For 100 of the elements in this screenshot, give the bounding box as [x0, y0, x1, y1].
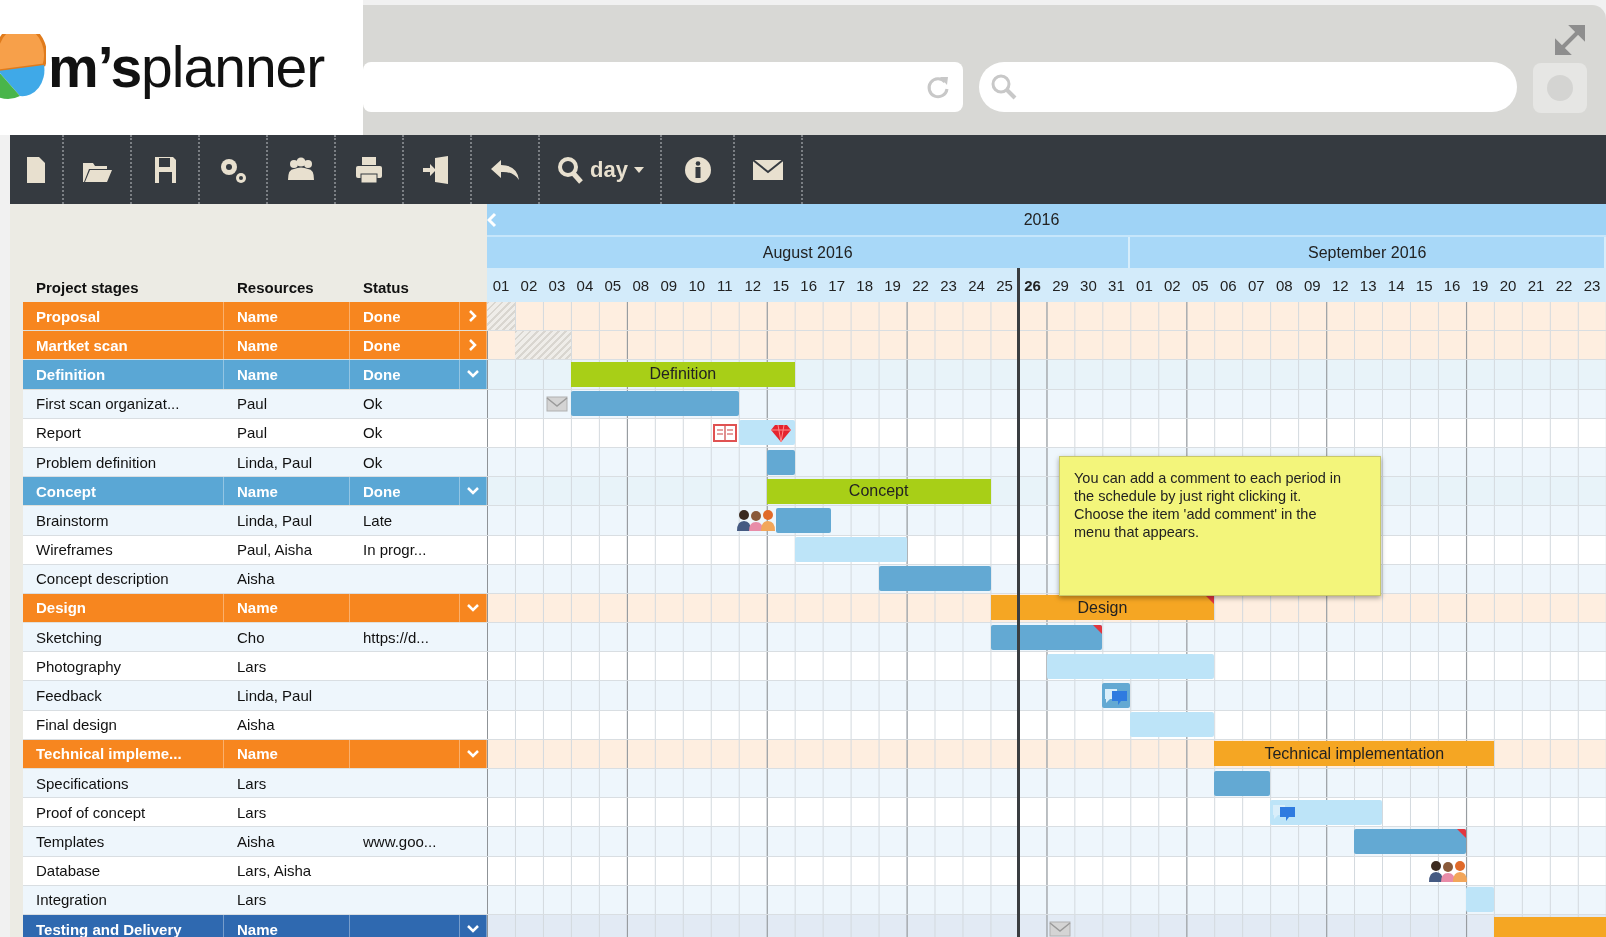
status-text: Ok	[362, 423, 384, 444]
stage-name: Photography	[35, 656, 123, 677]
day-label: 09	[659, 275, 679, 296]
task-row[interactable]: Photography Lars	[23, 652, 487, 682]
task-row[interactable]: Feedback Linda, Paul	[23, 681, 487, 711]
day-label: 05	[1191, 275, 1210, 296]
resource-name: Linda, Paul	[236, 686, 314, 707]
status-text: In progr...	[362, 540, 428, 561]
book-icon[interactable]	[712, 422, 737, 443]
stage-name: Brainstorm	[35, 510, 110, 531]
day-label: 24	[967, 275, 986, 296]
resource-name: Name	[224, 331, 350, 360]
caret-icon	[633, 165, 644, 174]
day-label: 17	[827, 275, 846, 296]
search-field[interactable]	[979, 62, 1517, 112]
stage-name: Feedback	[35, 686, 103, 707]
day-label: 20	[1498, 275, 1518, 296]
stage-name: Wireframes	[35, 540, 114, 561]
logo-text: m’splanner	[48, 34, 325, 100]
stage-row[interactable]: Testing and Delivery Name	[23, 914, 487, 937]
resource-name: Linda, Paul	[236, 510, 314, 531]
task-row[interactable]: Database Lars, Aisha	[23, 856, 487, 886]
stage-name: Concept description	[35, 569, 170, 590]
task-row[interactable]: Final design Aisha	[23, 710, 487, 740]
stage-bar[interactable]: Design	[990, 595, 1215, 621]
task-row[interactable]: Concept description Aisha	[23, 564, 487, 594]
resource-name: Name	[224, 739, 350, 768]
day-label: 12	[1330, 275, 1350, 296]
day-label: 26	[1023, 275, 1042, 296]
chevron-left-icon[interactable]	[487, 211, 497, 228]
stage-name: Specifications	[35, 773, 130, 794]
resource-name: Aisha	[236, 831, 276, 852]
stage-name: Report	[35, 423, 83, 444]
stage-name: Proof of concept	[35, 802, 147, 823]
resource-name: Paul	[236, 423, 269, 444]
day-label: 29	[1051, 275, 1070, 296]
day-label: 10	[687, 275, 707, 296]
day-label: 16	[799, 275, 819, 296]
resource-name: Name	[224, 477, 350, 506]
day-label: 19	[1470, 275, 1490, 296]
day-label: 19	[883, 275, 902, 296]
stage-name: Integration	[35, 890, 108, 911]
stage-name: Problem definition	[35, 452, 158, 473]
day-label: 08	[1274, 275, 1294, 296]
stage-bar[interactable]: Definition	[570, 361, 795, 387]
day-label: 08	[631, 275, 651, 296]
stage-bar[interactable]	[1494, 916, 1606, 937]
mail-icon[interactable]	[1049, 921, 1072, 937]
task-row[interactable]: Report Paul Ok	[23, 418, 487, 448]
stage-bar[interactable]: Technical implementation	[1214, 741, 1495, 767]
stage-name: Concept	[23, 477, 224, 506]
stage-name: Technical impleme...	[23, 739, 224, 768]
stage-name: Sketching	[35, 627, 103, 648]
status-text: Done	[350, 331, 460, 360]
task-row[interactable]: Sketching Cho https://d...	[23, 623, 487, 653]
task-row[interactable]: Integration Lars	[23, 885, 487, 915]
stage-name: Templates	[35, 831, 106, 852]
column-header: Project stages	[35, 279, 140, 296]
comment-tooltip: You can add a comment to each period in the schedule by just right clicking it. Choose the item 'add comment' in the menu that appears.	[1059, 456, 1381, 596]
resource-name: Lars	[236, 890, 268, 911]
day-label: 31	[1107, 275, 1126, 296]
address-field[interactable]	[363, 62, 963, 112]
task-row[interactable]: Wireframes Paul, Aisha In progr...	[23, 535, 487, 565]
task-row[interactable]: First scan organizat... Paul Ok	[23, 389, 487, 419]
resource-name: Name	[224, 593, 350, 623]
fullscreen-icon[interactable]	[1553, 23, 1587, 57]
search-icon	[556, 154, 585, 185]
task-row[interactable]: Problem definition Linda, Paul Ok	[23, 447, 487, 478]
day-label: 16	[1442, 275, 1462, 296]
day-label: 01	[491, 275, 511, 296]
resource-name: Lars	[236, 773, 268, 794]
search-icon	[989, 72, 1019, 102]
status-text: Late	[362, 510, 394, 531]
resource-name: Lars, Aisha	[236, 861, 313, 882]
stage-name: Definition	[23, 360, 224, 389]
resource-name: Name	[224, 360, 350, 389]
mail-icon[interactable]	[545, 395, 568, 412]
status-text: Done	[350, 302, 460, 331]
column-header: Status	[362, 279, 410, 296]
column-header: Resources	[236, 279, 315, 296]
day-label: 01	[1135, 275, 1154, 296]
stage-bar[interactable]: Concept	[766, 478, 991, 504]
day-label: 22	[1554, 275, 1574, 296]
people-icon[interactable]	[1427, 859, 1468, 882]
status-text: Ok	[362, 394, 384, 415]
status-text: Done	[350, 477, 460, 506]
task-row[interactable]: Templates Aisha www.goo...	[23, 827, 487, 857]
task-row[interactable]: Brainstorm Linda, Paul Late	[23, 506, 487, 536]
speech-bubble-icon[interactable]	[1271, 802, 1298, 823]
task-row[interactable]: Specifications Lars	[23, 769, 487, 799]
status-text: Done	[350, 360, 460, 389]
day-label: 07	[1246, 275, 1266, 296]
resource-name: Paul, Aisha	[236, 540, 314, 561]
task-row[interactable]: Proof of concept Lars	[23, 798, 487, 828]
day-label: 22	[911, 275, 930, 296]
stage-name: Design	[23, 593, 224, 623]
task-bar[interactable]	[990, 624, 1103, 650]
day-label: 04	[575, 275, 595, 296]
people-icon[interactable]	[736, 509, 776, 532]
gem-icon[interactable]	[769, 422, 792, 443]
